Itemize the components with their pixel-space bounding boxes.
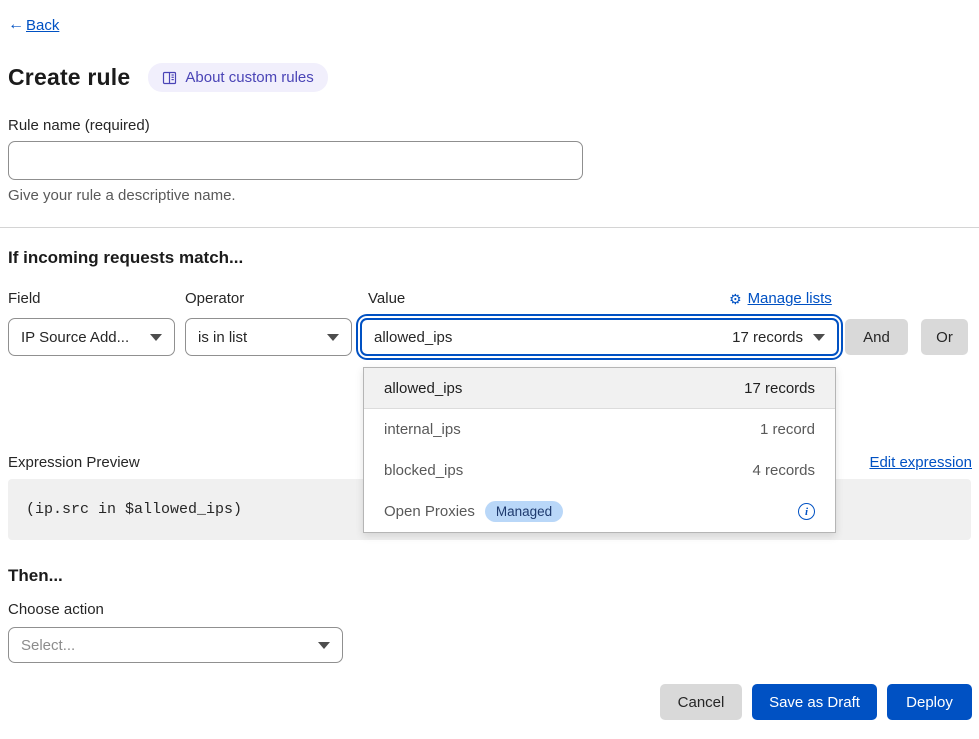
page-title: Create rule bbox=[8, 64, 130, 91]
match-heading: If incoming requests match... bbox=[8, 248, 243, 268]
expression-code: (ip.src in $allowed_ips) bbox=[26, 501, 242, 518]
back-link[interactable]: ← Back bbox=[8, 16, 59, 34]
list-record-count: 4 records bbox=[752, 462, 815, 479]
about-custom-rules-label: About custom rules bbox=[185, 69, 313, 86]
field-select-value: IP Source Add... bbox=[21, 329, 140, 346]
chevron-down-icon bbox=[813, 334, 825, 341]
field-select[interactable]: IP Source Add... bbox=[8, 318, 175, 356]
cancel-button[interactable]: Cancel bbox=[660, 684, 742, 720]
manage-lists-label[interactable]: Manage lists bbox=[748, 290, 832, 307]
chevron-down-icon bbox=[327, 334, 339, 341]
chevron-down-icon bbox=[318, 642, 330, 649]
value-dropdown-menu: allowed_ips 17 records internal_ips 1 re… bbox=[363, 367, 836, 533]
field-label: Field bbox=[8, 290, 41, 307]
managed-badge: Managed bbox=[485, 501, 563, 522]
dropdown-item-allowed-ips[interactable]: allowed_ips 17 records bbox=[364, 368, 835, 409]
then-heading: Then... bbox=[8, 566, 63, 586]
dropdown-item-internal-ips[interactable]: internal_ips 1 record bbox=[364, 409, 835, 450]
rule-name-label: Rule name (required) bbox=[8, 117, 150, 134]
and-button[interactable]: And bbox=[845, 319, 908, 355]
list-name: Open Proxies bbox=[384, 503, 475, 520]
dropdown-item-open-proxies[interactable]: Open Proxies Managed i bbox=[364, 491, 835, 532]
value-select-records: 17 records bbox=[732, 329, 803, 346]
info-icon[interactable]: i bbox=[798, 503, 815, 520]
list-name: allowed_ips bbox=[384, 380, 462, 397]
create-rule-page: ← Back Create rule About custom rules Ru… bbox=[0, 0, 979, 739]
save-as-draft-button[interactable]: Save as Draft bbox=[752, 684, 877, 720]
edit-expression-link[interactable]: Edit expression bbox=[869, 454, 972, 471]
deploy-button[interactable]: Deploy bbox=[887, 684, 972, 720]
back-arrow-icon: ← bbox=[8, 16, 24, 34]
list-name: internal_ips bbox=[384, 421, 461, 438]
list-record-count: 17 records bbox=[744, 380, 815, 397]
rule-name-helper: Give your rule a descriptive name. bbox=[8, 187, 236, 204]
or-button[interactable]: Or bbox=[921, 319, 968, 355]
value-label: Value bbox=[368, 290, 405, 307]
rule-name-input[interactable] bbox=[8, 141, 583, 180]
operator-select-value: is in list bbox=[198, 329, 317, 346]
dropdown-item-blocked-ips[interactable]: blocked_ips 4 records bbox=[364, 450, 835, 491]
title-row: Create rule About custom rules bbox=[8, 63, 328, 92]
gear-icon: ⚙ bbox=[729, 292, 742, 306]
operator-label: Operator bbox=[185, 290, 244, 307]
value-select-value: allowed_ips bbox=[374, 329, 452, 346]
manage-lists-link[interactable]: ⚙ Manage lists bbox=[729, 290, 832, 307]
value-select[interactable]: allowed_ips 17 records bbox=[360, 318, 839, 356]
expression-preview-label: Expression Preview bbox=[8, 454, 140, 471]
section-divider bbox=[0, 227, 979, 228]
action-select[interactable]: Select... bbox=[8, 627, 343, 663]
choose-action-label: Choose action bbox=[8, 601, 104, 618]
list-record-count: 1 record bbox=[760, 421, 815, 438]
back-link-label[interactable]: Back bbox=[26, 17, 59, 34]
action-select-placeholder: Select... bbox=[21, 637, 308, 654]
operator-select[interactable]: is in list bbox=[185, 318, 352, 356]
list-name: blocked_ips bbox=[384, 462, 463, 479]
book-icon bbox=[162, 71, 177, 85]
about-custom-rules-link[interactable]: About custom rules bbox=[148, 63, 327, 92]
chevron-down-icon bbox=[150, 334, 162, 341]
